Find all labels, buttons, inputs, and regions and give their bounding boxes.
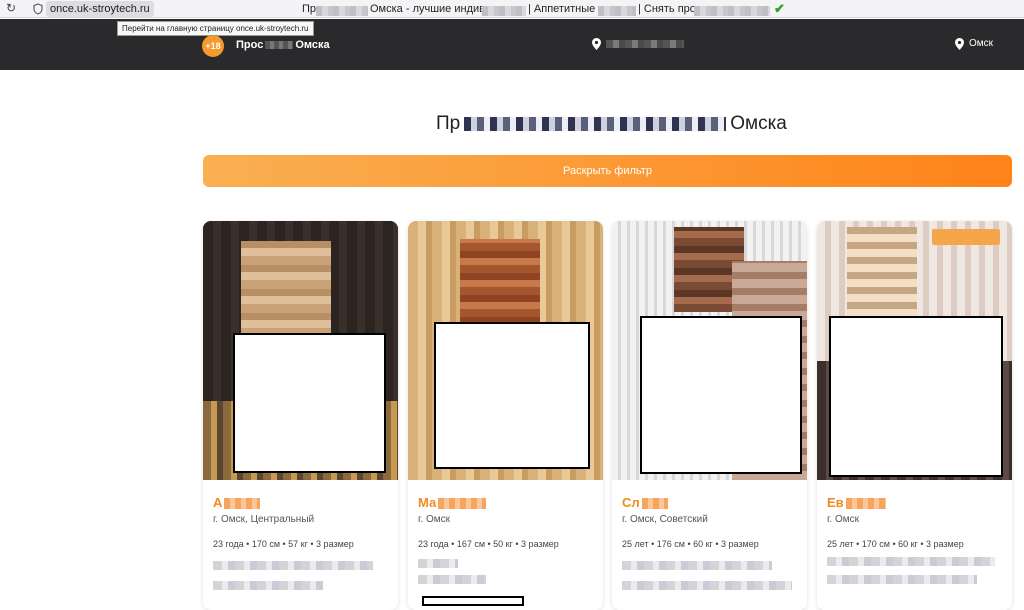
page-tab-title: Пр Омска - лучшие индив | Аппетитные | С… (302, 2, 788, 16)
profile-name[interactable]: Ев (827, 495, 886, 510)
profile-params: 25 лет • 170 см • 60 кг • 3 размер (827, 539, 964, 549)
profile-params: 23 года • 170 см • 57 кг • 3 размер (213, 539, 354, 549)
profile-location: г. Омск, Центральный (213, 514, 315, 525)
city-selector[interactable]: Омск (955, 38, 994, 50)
profile-photo[interactable] (408, 221, 603, 480)
age-badge: +18 (202, 35, 224, 57)
censor-box (422, 596, 524, 606)
profile-name[interactable]: Ма (418, 495, 487, 510)
vip-badge (932, 229, 1000, 245)
browser-address-bar: ↻ once.uk-stroytech.ru Пр Омска - лучшие… (0, 0, 1024, 18)
profile-params: 25 лет • 176 см • 60 кг • 3 размер (622, 539, 759, 549)
blurred-text (418, 559, 458, 568)
check-icon: ✔ (774, 1, 785, 16)
profile-location: г. Омск (827, 514, 860, 525)
brand-text-start: Прос (236, 39, 264, 51)
profile-photo[interactable] (612, 221, 807, 480)
profile-photo[interactable] (203, 221, 398, 480)
tab-title-part: | Снять про (638, 3, 696, 15)
tooltip: Перейти на главную страницу once.uk-stro… (117, 21, 314, 36)
blurred-text (622, 561, 772, 570)
blurred-text (827, 575, 977, 584)
center-location-link[interactable] (592, 38, 684, 50)
censor-box (829, 316, 1003, 477)
profile-card[interactable]: Ев г. Омск 25 лет • 170 см • 60 кг • 3 р… (817, 221, 1012, 610)
profile-location: г. Омск (418, 514, 451, 525)
location-pin-icon (592, 38, 601, 50)
profile-photo[interactable] (817, 221, 1012, 480)
blurred-text (622, 581, 792, 590)
tab-title-part: Омска - лучшие индив (370, 3, 485, 15)
site-logo-link[interactable]: Прос Омска (236, 39, 330, 51)
page-title-start: Пр (436, 113, 461, 134)
expand-filter-button[interactable]: Раскрыть фильтр (203, 155, 1012, 187)
blurred-text (827, 557, 995, 566)
blurred-text (213, 581, 323, 590)
shield-icon[interactable] (33, 3, 43, 15)
blurred-text (213, 561, 373, 570)
tab-title-part: | Аппетитные (528, 3, 596, 15)
censor-box (233, 333, 386, 473)
url-field[interactable]: once.uk-stroytech.ru (46, 1, 154, 17)
reload-icon[interactable]: ↻ (4, 1, 18, 15)
profile-location: г. Омск, Советский (622, 514, 708, 525)
profile-name[interactable]: А (213, 495, 261, 510)
location-pin-icon (955, 38, 964, 50)
profile-name[interactable]: Сл (622, 495, 668, 510)
censor-box (640, 316, 802, 474)
censor-box (434, 322, 590, 469)
city-label: Омск (969, 38, 994, 49)
profile-card[interactable]: Сл г. Омск, Советский 25 лет • 176 см • … (612, 221, 807, 610)
brand-text-end: Омска (295, 39, 330, 51)
tab-title-part: Пр (302, 3, 317, 15)
profile-card[interactable]: А г. Омск, Центральный 23 года • 170 см … (203, 221, 398, 610)
blurred-text (418, 575, 486, 584)
page-title: Пр Омска (436, 113, 787, 135)
profile-params: 23 года • 167 см • 50 кг • 3 размер (418, 539, 559, 549)
page-title-end: Омска (730, 113, 787, 134)
profile-card[interactable]: Ма г. Омск 23 года • 167 см • 50 кг • 3 … (408, 221, 603, 610)
